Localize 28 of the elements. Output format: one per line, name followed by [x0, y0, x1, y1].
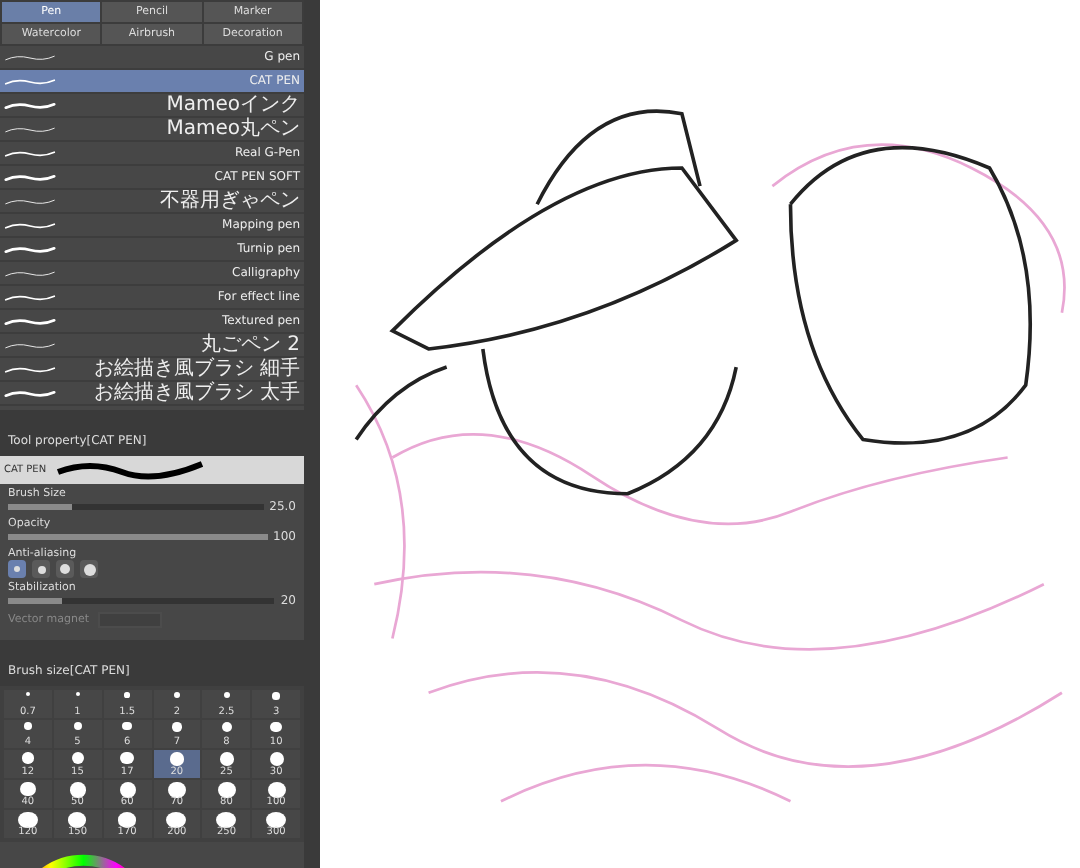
- antialias-option[interactable]: [8, 560, 26, 578]
- brush-stroke-icon: [4, 385, 56, 401]
- brush-item[interactable]: お絵描き風ブラシ 細手: [0, 358, 304, 382]
- brush-stroke-icon: [4, 217, 56, 233]
- brush-stroke-icon: [4, 145, 56, 161]
- property-slider[interactable]: [8, 534, 268, 540]
- brush-item[interactable]: 不器用ぎゃペン: [0, 190, 304, 214]
- brush-name: Mameoインク: [166, 95, 300, 115]
- antialias-option[interactable]: [56, 560, 74, 578]
- brush-stroke-icon: [4, 73, 56, 89]
- brush-stroke-icon: [4, 361, 56, 377]
- brush-stroke-icon: [4, 169, 56, 185]
- brush-name: お絵描き風ブラシ 細手: [93, 359, 300, 379]
- brush-item[interactable]: Mameoインク: [0, 94, 304, 118]
- brush-name: 不器用ぎゃペン: [160, 191, 300, 211]
- brush-stroke-icon: [4, 313, 56, 329]
- brush-stroke-icon: [4, 289, 56, 305]
- brush-item[interactable]: 丸ごペン 2: [0, 334, 304, 358]
- brush-name: Mameo丸ペン: [166, 119, 300, 139]
- brush-item[interactable]: お絵描き風ブラシ 太手: [0, 382, 304, 406]
- antialias-option[interactable]: [32, 560, 50, 578]
- brush-item[interactable]: Mameo丸ペン: [0, 118, 304, 142]
- brush-stroke-icon: [4, 241, 56, 257]
- brush-name: 丸ごペン 2: [200, 335, 300, 355]
- brush-stroke-icon: [4, 97, 56, 113]
- brush-name: お絵描き風ブラシ 太手: [93, 383, 300, 403]
- antialias-option[interactable]: [80, 560, 98, 578]
- scrollbar[interactable]: [304, 0, 320, 868]
